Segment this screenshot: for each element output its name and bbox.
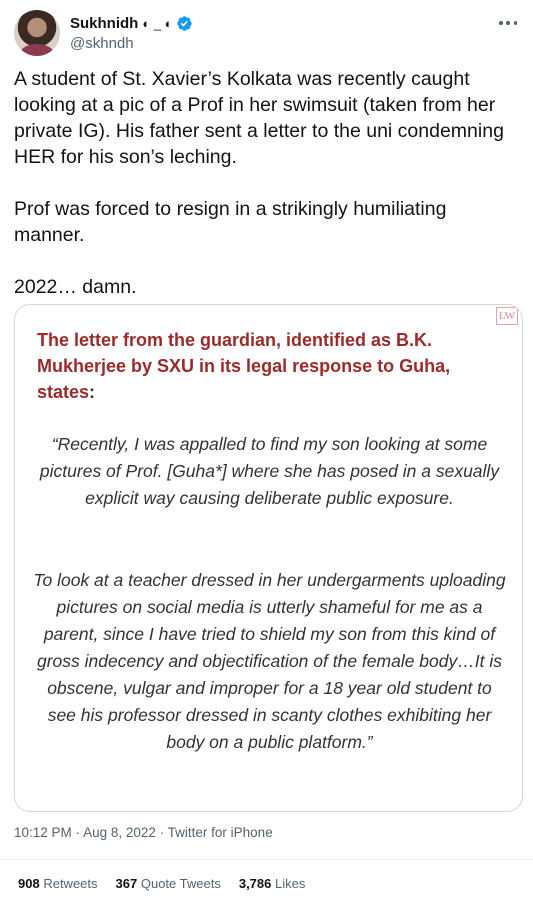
tweet-date[interactable]: Aug 8, 2022	[83, 825, 156, 840]
retweets-count: 908	[18, 876, 40, 891]
divider	[0, 859, 533, 860]
author-display-name[interactable]: Sukhnidh	[70, 15, 138, 32]
tweet-text: A student of St. Xavier’s Kolkata was re…	[14, 66, 519, 300]
tweet-time[interactable]: 10:12 PM	[14, 825, 72, 840]
quote-tweets-count: 367	[115, 876, 138, 891]
meta-separator: ·	[71, 825, 84, 840]
quote-tweets-label: Quote Tweets	[140, 876, 221, 891]
author-handle[interactable]: @skhndh	[70, 35, 134, 52]
quote-tweets-stat[interactable]: 367 Quote Tweets	[116, 876, 221, 891]
tweet-timestamp: 10:12 PM · Aug 8, 2022 · Twitter for iPh…	[14, 825, 273, 840]
letter-heading: The letter from the guardian, identified…	[37, 327, 507, 405]
author-name-row[interactable]: Sukhnidh ◐ _ ◐	[70, 13, 193, 33]
likes-label: Likes	[275, 876, 306, 891]
avatar[interactable]	[14, 10, 60, 56]
tweet-paragraph: 2022… damn.	[14, 276, 137, 298]
tweet-header: Sukhnidh ◐ _ ◐ @skhndh	[14, 10, 519, 56]
lw-logo: LW	[496, 307, 518, 325]
tweet-media-image[interactable]: LW The letter from the guardian, identif…	[14, 304, 523, 812]
verified-badge-icon	[176, 15, 192, 31]
letter-quote-paragraph-1: “Recently, I was appalled to find my son…	[39, 434, 500, 508]
retweets-stat[interactable]: 908 Retweets	[18, 876, 98, 891]
retweets-label: Retweets	[43, 876, 98, 891]
author-name-suffix[interactable]: ◐ _ ◐	[142, 16, 172, 31]
tweet-paragraph: A student of St. Xavier’s Kolkata was re…	[14, 68, 504, 168]
avatar-figure	[20, 44, 54, 56]
letter-quote-paragraph-2: To look at a teacher dressed in her unde…	[33, 570, 506, 752]
likes-stat[interactable]: 3,786 Likes	[239, 876, 306, 891]
letter-heading-colon: :	[89, 382, 96, 402]
meta-separator: ·	[155, 825, 168, 840]
more-options-icon[interactable]	[497, 14, 519, 32]
tweet-paragraph: Prof was forced to resign in a strikingl…	[14, 198, 447, 246]
tweet-source[interactable]: Twitter for iPhone	[168, 825, 273, 840]
tweet-stats: 908 Retweets 367 Quote Tweets 3,786 Like…	[18, 876, 323, 891]
likes-count: 3,786	[238, 876, 272, 891]
letter-heading-text: The letter from the guardian, identified…	[37, 330, 451, 402]
